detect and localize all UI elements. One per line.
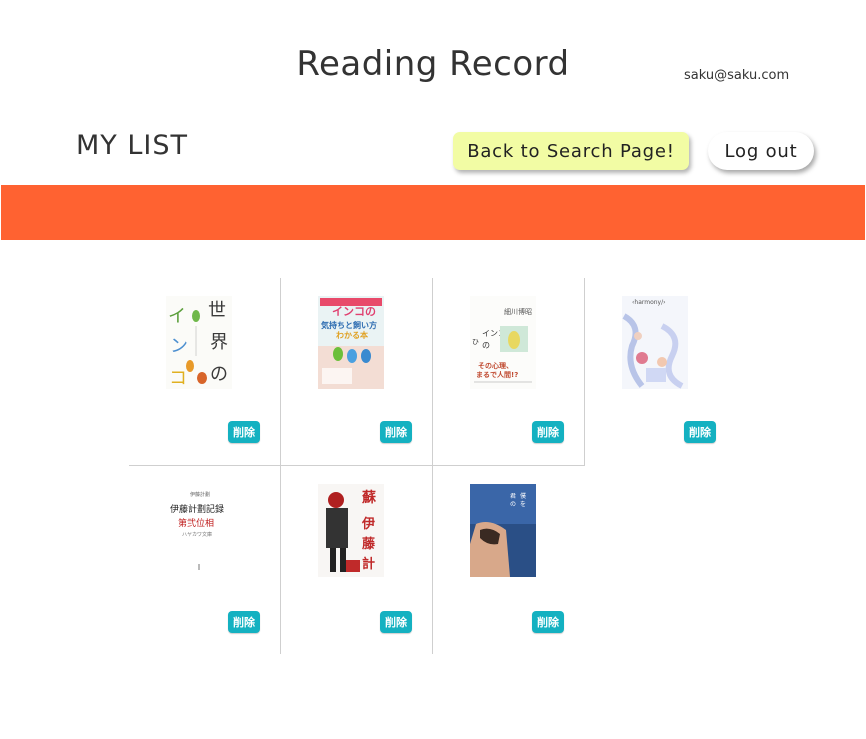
page: Reading Record saku@saku.com MY LIST Bac… bbox=[0, 0, 866, 739]
logout-button[interactable]: Log out bbox=[708, 132, 814, 170]
svg-text:気持ちと飼い方: 気持ちと飼い方 bbox=[321, 320, 377, 330]
svg-text:コ: コ bbox=[169, 368, 187, 389]
book-cover-harmony-icon[interactable]: ‹harmony/› bbox=[622, 296, 688, 389]
book-cover-parakeet-secrets-icon[interactable]: 細川博昭 インコ の ひ その心理、 まるで人間!? bbox=[470, 296, 536, 389]
book-card: 世 界 の イ ン コ 削除 bbox=[129, 278, 281, 466]
book-card: インコの 気持ちと飼い方 わかる本 削除 bbox=[281, 278, 433, 466]
svg-text:蘇: 蘇 bbox=[361, 489, 377, 506]
delete-button[interactable]: 削除 bbox=[532, 611, 564, 633]
svg-text:を: を bbox=[520, 501, 526, 508]
book-cover-parakeet-world-icon[interactable]: 世 界 の イ ン コ bbox=[166, 296, 232, 389]
svg-text:の: の bbox=[510, 501, 516, 508]
orange-banner bbox=[1, 185, 865, 240]
book-card: 伊藤計劃 伊藤計劃記録 第弐位相 ハヤカワ文庫 削除 bbox=[129, 466, 281, 654]
delete-button[interactable]: 削除 bbox=[380, 421, 412, 443]
book-cover-parakeet-care-icon[interactable]: インコの 気持ちと飼い方 わかる本 bbox=[318, 296, 384, 389]
svg-text:世: 世 bbox=[208, 300, 226, 321]
book-card: 君 の 僕 を 削除 bbox=[433, 466, 585, 654]
svg-text:ン: ン bbox=[170, 336, 188, 357]
svg-text:君: 君 bbox=[510, 493, 516, 500]
svg-text:伊藤計劃: 伊藤計劃 bbox=[190, 491, 210, 498]
svg-text:の: の bbox=[210, 364, 228, 385]
svg-text:の: の bbox=[482, 341, 490, 350]
delete-button[interactable]: 削除 bbox=[380, 611, 412, 633]
delete-button[interactable]: 削除 bbox=[684, 421, 716, 443]
svg-text:まるで人間!?: まるで人間!? bbox=[476, 370, 518, 379]
svg-text:計: 計 bbox=[362, 556, 375, 572]
book-card: ‹harmony/› 削除 bbox=[585, 278, 737, 466]
book-cover-project-itoh-record-icon[interactable]: 伊藤計劃 伊藤計劃記録 第弐位相 ハヤカワ文庫 bbox=[166, 484, 232, 577]
back-to-search-button[interactable]: Back to Search Page! bbox=[453, 132, 689, 170]
svg-text:ひ: ひ bbox=[472, 338, 479, 346]
page-title: MY LIST bbox=[76, 130, 189, 161]
svg-text:僕: 僕 bbox=[520, 492, 526, 500]
svg-text:界: 界 bbox=[210, 332, 228, 353]
svg-text:細川博昭: 細川博昭 bbox=[504, 307, 532, 316]
svg-text:ハヤカワ文庫: ハヤカワ文庫 bbox=[182, 531, 212, 538]
svg-text:わかる本: わかる本 bbox=[336, 330, 368, 340]
svg-text:インコの: インコの bbox=[332, 305, 376, 318]
svg-text:その心理、: その心理、 bbox=[478, 361, 513, 370]
svg-text:伊藤計劃記録: 伊藤計劃記録 bbox=[170, 503, 224, 515]
book-cover-blue-movie-icon[interactable]: 君 の 僕 を bbox=[470, 484, 536, 577]
user-email: saku@saku.com bbox=[684, 68, 790, 83]
svg-text:イ: イ bbox=[168, 306, 186, 327]
book-card: 蘇 伊 藤 計 削除 bbox=[281, 466, 433, 654]
book-card: 細川博昭 インコ の ひ その心理、 まるで人間!? 削除 bbox=[433, 278, 585, 466]
svg-text:第弐位相: 第弐位相 bbox=[178, 517, 214, 529]
book-cover-project-itoh-revival-icon[interactable]: 蘇 伊 藤 計 bbox=[318, 484, 384, 577]
delete-button[interactable]: 削除 bbox=[532, 421, 564, 443]
delete-button[interactable]: 削除 bbox=[228, 421, 260, 443]
svg-text:藤: 藤 bbox=[362, 536, 376, 552]
delete-button[interactable]: 削除 bbox=[228, 611, 260, 633]
svg-text:伊: 伊 bbox=[361, 516, 375, 532]
svg-text:‹harmony/›: ‹harmony/› bbox=[632, 299, 666, 306]
